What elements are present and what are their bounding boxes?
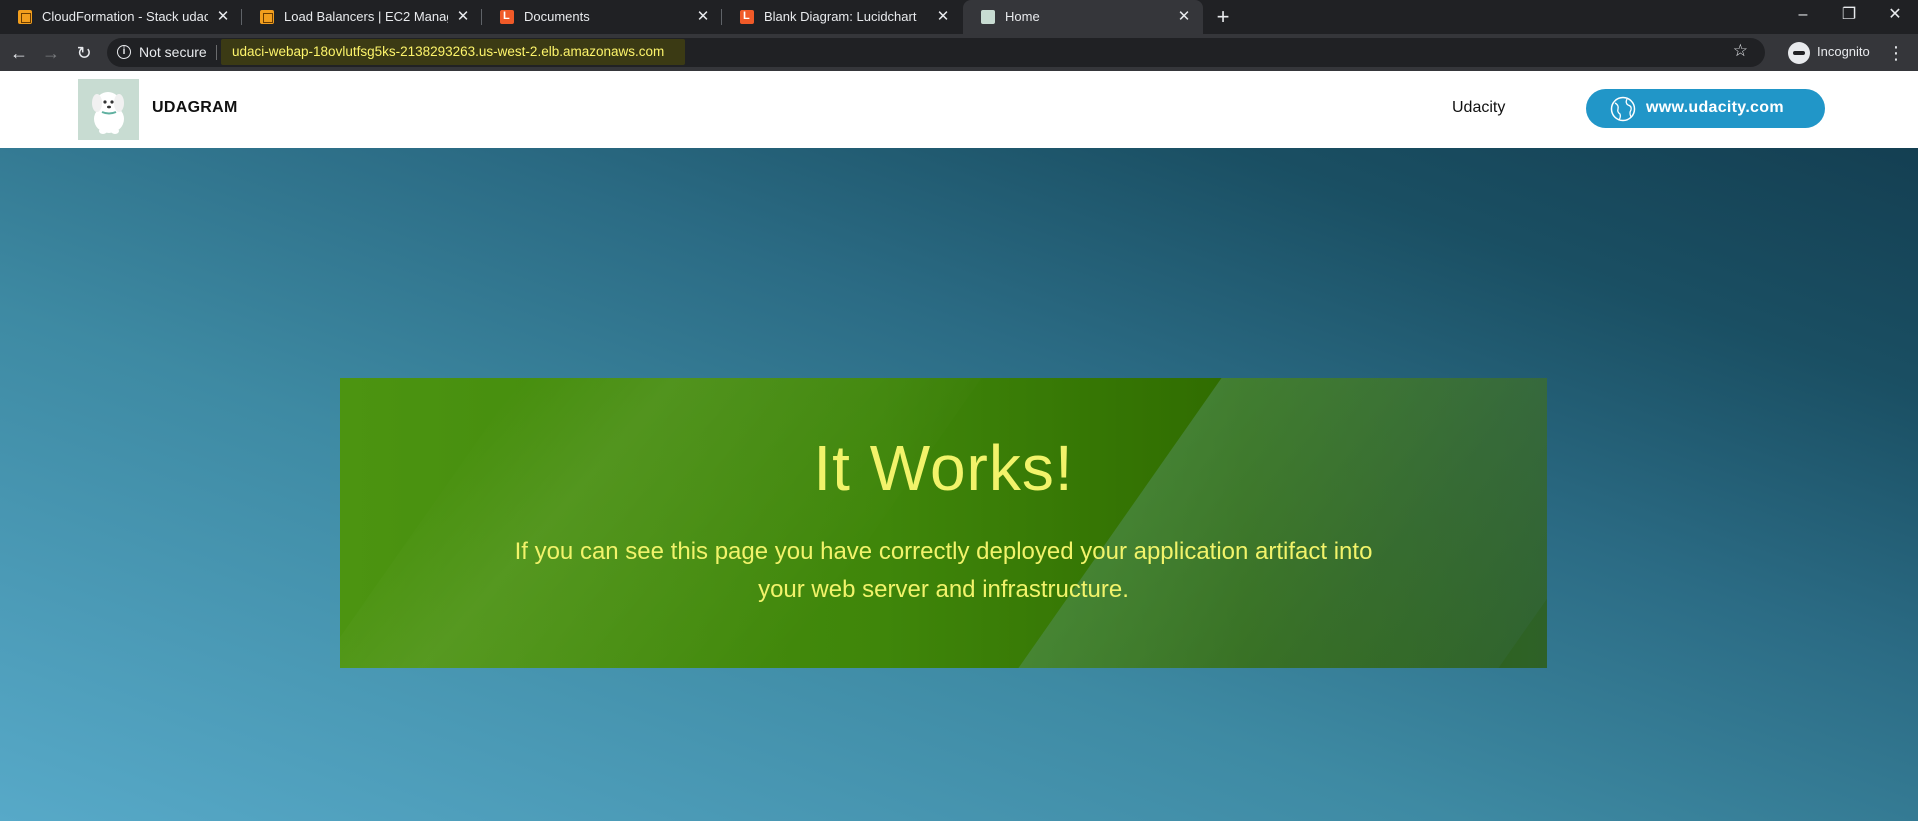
tab-cloudformation[interactable]: CloudFormation - Stack udacity-p ✕ [0,0,242,34]
browser-menu-icon[interactable]: ⋮ [1886,39,1906,67]
info-icon[interactable]: i [117,45,131,59]
tab-title: Load Balancers | EC2 Manageme [284,9,448,24]
banner-title: It Works! [813,432,1074,504]
minimize-button[interactable]: – [1780,0,1826,32]
bookmark-star-icon[interactable]: ☆ [1733,41,1748,61]
close-tab-icon[interactable]: ✕ [934,8,952,26]
new-tab-button[interactable]: + [1210,5,1236,29]
forward-button[interactable]: → [37,39,65,67]
tab-home[interactable]: Home ✕ [963,0,1203,34]
success-banner: It Works! If you can see this page you h… [340,378,1547,668]
close-tab-icon[interactable]: ✕ [214,8,232,26]
lucidchart-icon [740,10,754,24]
brand-name[interactable]: UDAGRAM [152,99,238,117]
address-bar[interactable]: i Not secure udaci-webap-18ovlutfsg5ks-2… [107,38,1765,67]
globe-icon [1610,96,1636,122]
back-button[interactable]: ← [5,39,33,67]
address-divider [216,45,217,60]
udacity-nav-link[interactable]: Udacity [1452,99,1505,117]
tab-documents[interactable]: Documents ✕ [482,0,722,34]
udagram-logo[interactable] [78,79,139,140]
close-tab-icon[interactable]: ✕ [454,8,472,26]
restore-button[interactable]: ❐ [1826,0,1872,32]
tab-load-balancers[interactable]: Load Balancers | EC2 Manageme ✕ [242,0,482,34]
aws-icon [260,10,274,24]
lucidchart-icon [500,10,514,24]
close-window-button[interactable]: ✕ [1872,0,1918,32]
tab-strip: CloudFormation - Stack udacity-p ✕ Load … [0,0,1918,34]
tab-title: Blank Diagram: Lucidchart [764,9,917,24]
dog-logo-image [92,92,124,134]
banner-message: If you can see this page you have correc… [514,538,1373,603]
udagram-favicon [981,10,995,24]
browser-toolbar: ← → ↻ i Not secure udaci-webap-18ovlutfs… [0,34,1918,71]
tab-title: Home [1005,9,1040,24]
security-status[interactable]: Not secure [139,44,207,60]
udacity-website-button[interactable]: www.udacity.com [1586,89,1825,128]
profile-label: Incognito [1817,44,1870,59]
aws-icon [18,10,32,24]
close-tab-icon[interactable]: ✕ [1175,8,1193,26]
web-page: UDAGRAM Udacity www.udacity.com It Works… [0,71,1918,821]
tab-title: CloudFormation - Stack udacity-p [42,9,208,24]
reload-button[interactable]: ↻ [70,39,98,67]
tab-lucidchart[interactable]: Blank Diagram: Lucidchart ✕ [722,0,962,34]
cta-label: www.udacity.com [1646,99,1784,116]
tab-title: Documents [524,9,590,24]
url-text[interactable]: udaci-webap-18ovlutfsg5ks-2138293263.us-… [221,39,686,65]
incognito-icon [1788,42,1810,64]
site-header: UDAGRAM Udacity www.udacity.com [0,71,1918,148]
close-tab-icon[interactable]: ✕ [694,8,712,26]
hero-section: It Works! If you can see this page you h… [0,148,1918,821]
